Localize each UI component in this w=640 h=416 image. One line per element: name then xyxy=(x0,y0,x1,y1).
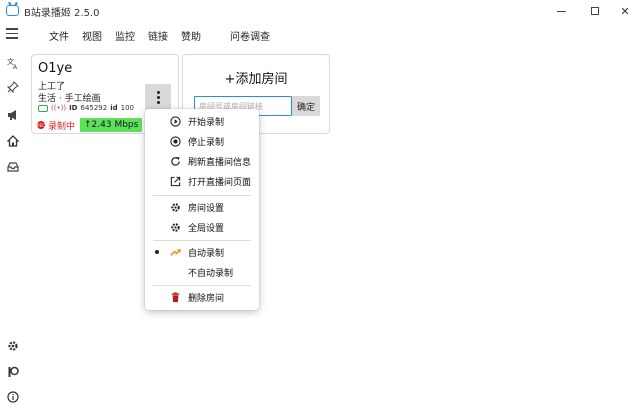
open-external-icon xyxy=(169,175,181,187)
menu-item-label: 开始录制 xyxy=(188,117,225,128)
checked-indicator-icon xyxy=(155,250,159,254)
upload-speed-badge: ↑2.43 Mbps xyxy=(80,118,143,132)
gear-icon[interactable] xyxy=(6,339,20,353)
add-room-title: +添加房间 xyxy=(224,72,288,87)
close-button[interactable]: ✕ xyxy=(610,0,640,22)
room-streamer-name: O1ye xyxy=(38,61,73,76)
kebab-dot xyxy=(156,90,160,94)
menu-item-label: 停止录制 xyxy=(188,137,225,148)
room-short-id-label: id xyxy=(110,104,118,112)
menu-item-auto-record[interactable]: 自动录制 xyxy=(145,243,259,261)
menu-item-label: 删除房间 xyxy=(188,293,225,304)
pin-icon[interactable] xyxy=(6,80,20,94)
stop-circle-icon xyxy=(169,135,181,147)
menu-file[interactable]: 文件 xyxy=(49,28,69,43)
menu-item-label: 全局设置 xyxy=(188,223,225,234)
menu-item-open-live-page[interactable]: 打开直播间页面 xyxy=(145,172,259,190)
menu-bar: 文件 视图 监控 链接 赞助 问卷调查 xyxy=(0,22,640,46)
menu-separator xyxy=(153,240,251,241)
close-icon: ✕ xyxy=(620,4,630,18)
megaphone-icon[interactable] xyxy=(6,108,20,122)
room-area: 生活 · 手工绘画 xyxy=(38,94,101,104)
app-logo-icon xyxy=(6,5,19,16)
menu-item-room-settings[interactable]: 房间设置 xyxy=(145,198,259,216)
room-short-id-value: 100 xyxy=(120,104,135,112)
svg-text:A: A xyxy=(13,64,18,69)
room-context-menu: 开始录制 停止录制 刷新直播间信息 打开直播间页面 房间设置 全局设置 自动录制… xyxy=(145,109,259,310)
menu-item-refresh-info[interactable]: 刷新直播间信息 xyxy=(145,152,259,170)
title-bar: B站录播姬 2.5.0 ✕ xyxy=(0,0,640,22)
menu-links[interactable]: 链接 xyxy=(148,28,168,43)
maximize-icon xyxy=(591,7,599,15)
hamburger-menu-icon[interactable] xyxy=(6,28,18,39)
maximize-button[interactable] xyxy=(580,0,610,22)
room-id-row: ((•)) ID 645292 id 100 xyxy=(38,104,134,112)
gear-icon xyxy=(169,221,181,233)
minimize-button[interactable] xyxy=(546,0,576,22)
menu-survey[interactable]: 问卷调查 xyxy=(230,28,270,43)
menu-item-delete-room[interactable]: 删除房间 xyxy=(145,288,259,306)
menu-item-label: 房间设置 xyxy=(188,203,225,214)
window-title: B站录播姬 2.5.0 xyxy=(24,8,100,19)
minimize-icon xyxy=(556,10,566,12)
auto-icon xyxy=(169,246,181,258)
kebab-dot xyxy=(156,100,160,104)
menu-item-no-auto-record[interactable]: 不自动录制 xyxy=(145,263,259,281)
menu-item-label: 刷新直播间信息 xyxy=(188,157,252,168)
recording-status: REC 录制中 ↑2.43 Mbps xyxy=(36,118,143,132)
menu-item-start-recording[interactable]: 开始录制 xyxy=(145,112,259,130)
gear-icon xyxy=(169,201,181,213)
menu-item-label: 打开直播间页面 xyxy=(188,177,252,188)
broadcast-icon: ((•)) xyxy=(51,104,67,112)
patreon-icon[interactable] xyxy=(6,365,20,379)
recording-status-text: 录制中 xyxy=(48,121,76,132)
menu-item-stop-recording[interactable]: 停止录制 xyxy=(145,132,259,150)
play-circle-icon xyxy=(169,115,181,127)
sidebar: 文A xyxy=(0,46,26,416)
menu-item-label: 不自动录制 xyxy=(188,268,234,279)
live-status-icon xyxy=(38,104,48,112)
menu-view[interactable]: 视图 xyxy=(82,28,102,43)
room-id-value: 645292 xyxy=(80,104,108,112)
confirm-add-room-button[interactable]: 确定 xyxy=(292,96,320,116)
translate-icon[interactable]: 文A xyxy=(6,56,20,70)
menu-item-global-settings[interactable]: 全局设置 xyxy=(145,218,259,236)
trash-icon xyxy=(169,291,181,303)
menu-item-label: 自动录制 xyxy=(188,248,225,259)
kebab-dot xyxy=(156,95,160,99)
refresh-icon xyxy=(169,155,181,167)
inbox-icon[interactable] xyxy=(6,160,20,174)
info-icon[interactable] xyxy=(6,390,20,404)
menu-monitor[interactable]: 监控 xyxy=(115,28,135,43)
rec-badge-icon: REC xyxy=(36,121,46,129)
room-more-options-button[interactable] xyxy=(145,84,171,110)
room-id-label: ID xyxy=(69,104,78,112)
menu-separator xyxy=(153,285,251,286)
home-icon[interactable] xyxy=(6,134,20,148)
menu-separator xyxy=(153,195,251,196)
menu-sponsor[interactable]: 赞助 xyxy=(181,28,201,43)
